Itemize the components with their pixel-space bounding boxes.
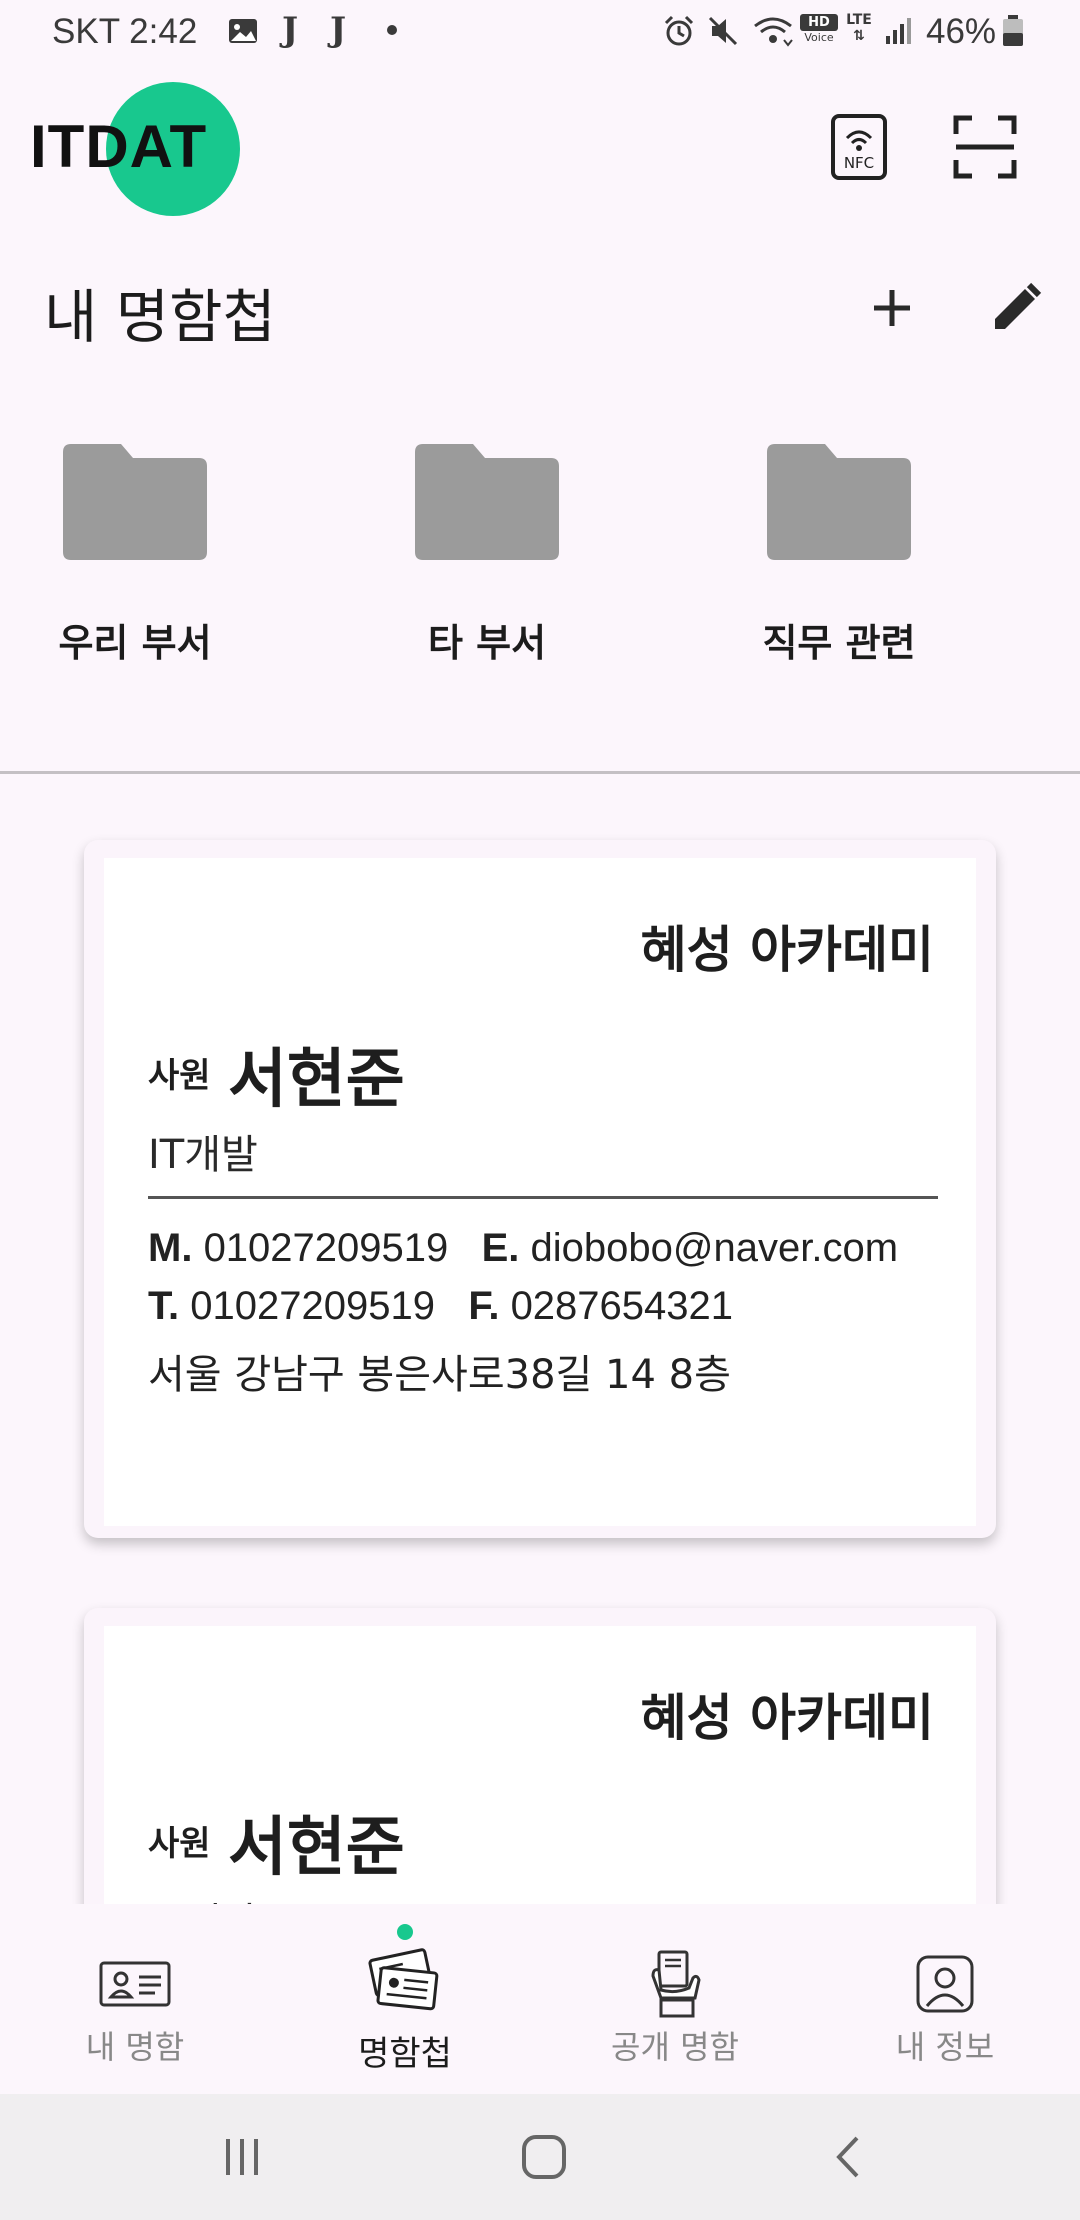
fax-label: F. — [468, 1284, 500, 1328]
fax-number: 0287654321 — [510, 1284, 734, 1328]
card-rank: 사원 — [148, 1056, 211, 1096]
nav-label: 내 정보 — [895, 2028, 995, 2066]
folder-our-dept[interactable]: 우리 부서 — [10, 444, 260, 667]
business-card[interactable]: 혜성 아카데미 사원 서현준 IT개발 M. 01027209519 E. di… — [84, 840, 996, 1538]
alarm-icon — [664, 15, 694, 46]
folder-icon — [63, 444, 207, 560]
card-contact-line-1: M. 01027209519 E. diobobo@naver.com — [148, 1226, 898, 1271]
nav-label: 공개 명함 — [611, 2028, 739, 2066]
signal-icon — [886, 18, 911, 44]
card-divider — [148, 1196, 938, 1199]
edit-button[interactable] — [976, 268, 1056, 348]
card-contact-line-2: T. 01027209519 F. 0287654321 — [148, 1284, 733, 1329]
card-department: IT개발 — [148, 1890, 258, 1904]
plus-icon — [874, 290, 910, 326]
j-notification-icon: J — [330, 10, 347, 50]
id-card-icon — [99, 1961, 171, 2007]
mute-icon — [708, 16, 738, 46]
nav-my-card[interactable]: 내 명함 — [0, 1904, 270, 2094]
card-address: 서울 강남구 봉은사로38길 14 8층 — [148, 1352, 731, 1398]
nav-public-card[interactable]: 공개 명함 — [540, 1904, 810, 2094]
email-label: E. — [481, 1226, 520, 1270]
back-button[interactable] — [788, 2094, 908, 2220]
recents-icon — [226, 2139, 258, 2175]
folder-label: 우리 부서 — [58, 621, 212, 665]
add-folder-button[interactable] — [852, 268, 932, 348]
mobile-label: M. — [148, 1226, 193, 1270]
home-icon — [522, 2135, 566, 2179]
scan-button[interactable] — [942, 104, 1028, 190]
status-time: SKT 2:42 — [52, 12, 198, 51]
lte-icon: LTE ⇅ — [846, 12, 872, 44]
gallery-icon — [229, 19, 257, 43]
folder-other-dept[interactable]: 타 부서 — [362, 444, 612, 667]
mobile-number: 01027209519 — [203, 1226, 449, 1270]
nfc-button[interactable]: NFC — [816, 104, 902, 190]
email-address: diobobo@naver.com — [530, 1226, 899, 1270]
app-logo: ITDAT — [30, 113, 208, 180]
bottom-nav: 내 명함 명함첩 공개 명함 내 정보 — [0, 1904, 1080, 2094]
back-icon — [836, 2136, 859, 2178]
folder-icon — [415, 444, 559, 560]
battery-icon — [1003, 15, 1023, 46]
battery-percent: 46% — [926, 12, 997, 51]
card-company: 혜성 아카데미 — [640, 921, 934, 979]
card-stack-icon — [368, 1948, 439, 2011]
j-notification-icon: J — [282, 10, 299, 50]
svg-text:NFC: NFC — [844, 154, 874, 172]
hd-voice-icon: HD Voice — [800, 14, 838, 48]
home-button[interactable] — [484, 2094, 604, 2220]
folder-label: 타 부서 — [427, 621, 547, 665]
folder-label: 직무 관련 — [762, 621, 916, 665]
card-company: 혜성 아카데미 — [640, 1689, 934, 1747]
card-name: 서현준 — [228, 1043, 405, 1117]
folder-icon — [767, 444, 911, 560]
business-card[interactable]: 혜성 아카데미 사원 서현준 IT개발 — [84, 1608, 996, 1904]
recents-button[interactable] — [182, 2094, 302, 2220]
wifi-icon — [754, 17, 793, 47]
scan-icon — [953, 115, 1017, 179]
card-list[interactable]: 혜성 아카데미 사원 서현준 IT개발 M. 01027209519 E. di… — [0, 774, 1080, 1904]
card-face: 혜성 아카데미 사원 서현준 IT개발 — [104, 1626, 976, 1904]
page-title: 내 명함첩 — [44, 283, 276, 351]
card-rank: 사원 — [148, 1824, 211, 1864]
pencil-icon — [995, 282, 1042, 329]
nfc-icon: NFC — [831, 114, 887, 180]
status-bar: SKT 2:42 J J HD Voice LTE ⇅ 46% — [0, 0, 1080, 66]
tel-number: 01027209519 — [190, 1284, 435, 1328]
system-nav-bar — [0, 2094, 1080, 2220]
card-face: 혜성 아카데미 사원 서현준 IT개발 M. 01027209519 E. di… — [104, 858, 976, 1526]
tel-label: T. — [148, 1284, 180, 1328]
nav-label: 명함첩 — [358, 2034, 452, 2074]
card-name: 서현준 — [228, 1811, 405, 1885]
profile-icon — [916, 1955, 974, 2013]
active-indicator-dot — [397, 1924, 413, 1940]
dot-icon — [387, 25, 397, 35]
nav-label: 내 명함 — [85, 2028, 185, 2066]
folder-job-related[interactable]: 직무 관련 — [714, 444, 964, 667]
hand-card-icon — [651, 1950, 701, 2018]
card-department: IT개발 — [148, 1132, 258, 1178]
nav-my-info[interactable]: 내 정보 — [810, 1904, 1080, 2094]
